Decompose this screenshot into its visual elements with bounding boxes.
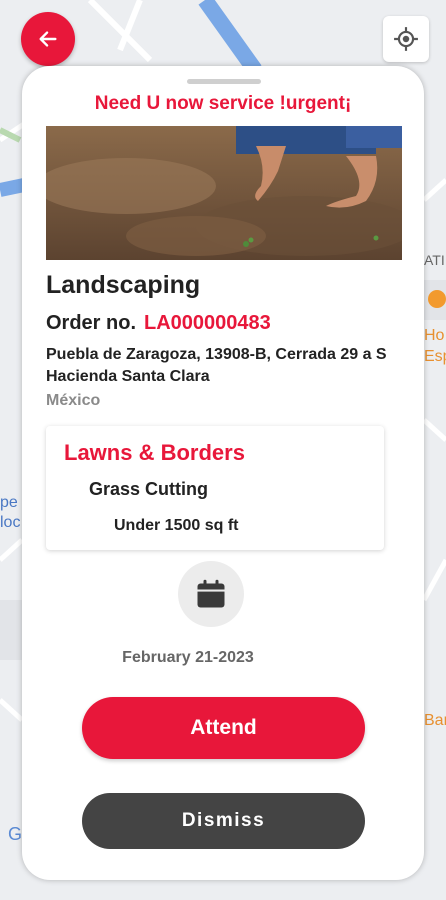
service-size: Under 1500 sq ft [114,517,239,534]
arrow-left-icon [39,31,57,47]
order-label: Order no. [46,312,137,334]
service-item: Grass Cutting [89,479,209,499]
service-name: Landscaping [46,271,201,299]
order-details-sheet: Need U now service !urgent¡ Landscaping … [22,66,424,880]
map-label: G [8,824,23,844]
calendar-badge [178,561,244,627]
map-label: Bar [424,712,446,729]
order-number: LA000000483 [144,312,271,334]
back-button[interactable] [21,12,75,66]
order-number-row: Order no. LA000000483 [46,312,271,335]
drag-handle[interactable] [187,79,261,84]
service-category: Lawns & Borders [64,440,245,465]
map-label: Esp [424,348,446,365]
service-photo [46,126,402,260]
my-location-button[interactable] [383,16,429,62]
my-location-icon [394,27,418,51]
map-label: pe [0,494,18,511]
service-details-card: Lawns & Borders Grass Cutting Under 1500… [46,426,384,550]
calendar-icon [197,579,225,608]
attend-button[interactable]: Attend [82,697,365,759]
map-label: loc [0,514,21,531]
map-label: Ho [424,327,445,344]
map-label: ATI [424,252,445,268]
urgent-title: Need U now service !urgent¡ [94,93,352,114]
dismiss-button[interactable]: Dismiss [82,793,365,849]
order-date: February 21-2023 [122,649,254,666]
country-text: México [46,392,101,409]
address-text: Puebla de Zaragoza, 13908-B, Cerrada 29 … [46,346,387,385]
